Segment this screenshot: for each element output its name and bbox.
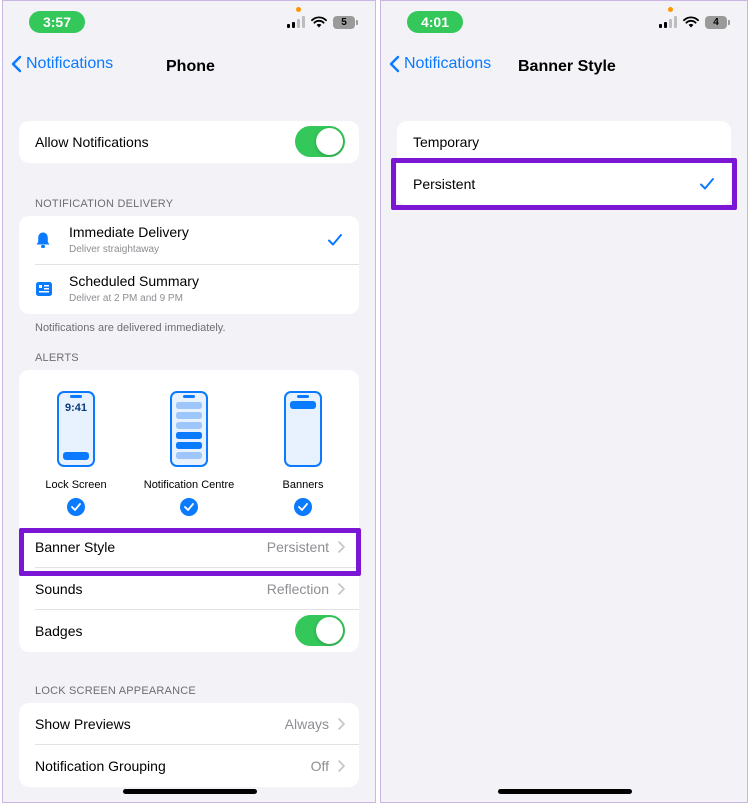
status-bar: 4:01 4	[381, 1, 747, 41]
section-label-delivery: NOTIFICATION DELIVERY	[35, 198, 174, 210]
lock-screen-group: Show Previews Always Notification Groupi…	[19, 703, 359, 787]
badges-label: Badges	[35, 623, 83, 639]
page-title: Phone	[166, 58, 215, 75]
section-label-alerts: ALERTS	[35, 352, 79, 364]
chevron-right-icon	[338, 760, 345, 772]
notification-centre-preview-icon	[170, 391, 208, 467]
show-previews-label: Show Previews	[35, 716, 131, 732]
alert-option-checkmark-icon	[67, 498, 85, 516]
status-time: 3:57	[29, 11, 85, 33]
mic-indicator-icon	[668, 7, 673, 12]
alert-option-checkmark-icon	[180, 498, 198, 516]
delivery-option-subtitle: Deliver at 2 PM and 9 PM	[69, 293, 183, 304]
section-label-lock-screen: LOCK SCREEN APPEARANCE	[35, 685, 196, 697]
allow-notifications-group: Allow Notifications	[19, 121, 359, 163]
allow-notifications-label: Allow Notifications	[35, 134, 149, 150]
persistent-option-highlight	[391, 158, 737, 210]
banners-preview-icon	[284, 391, 322, 467]
alert-option-checkmark-icon	[294, 498, 312, 516]
alert-option-banners[interactable]: Banners	[248, 390, 358, 516]
delivery-option-title: Immediate Delivery	[69, 224, 189, 240]
status-bar: 3:57 5	[3, 1, 375, 41]
status-time: 4:01	[407, 11, 463, 33]
navigation-bar: Notifications Banner Style	[381, 49, 747, 85]
alerts-previews: 9:41 Lock Screen Notification Centre Ban…	[19, 370, 359, 526]
cellular-signal-icon	[659, 16, 677, 28]
page-title: Banner Style	[518, 58, 616, 75]
wifi-icon	[683, 16, 699, 28]
sounds-label: Sounds	[35, 581, 83, 597]
notification-grouping-label: Notification Grouping	[35, 758, 166, 774]
home-indicator	[498, 789, 632, 794]
allow-notifications-row: Allow Notifications	[19, 121, 359, 163]
bell-icon	[36, 232, 50, 249]
home-indicator	[123, 789, 257, 794]
chevron-right-icon	[338, 583, 345, 595]
delivery-option-immediate[interactable]: Immediate Delivery Deliver straightaway	[19, 216, 359, 265]
delivery-footnote: Notifications are delivered immediately.	[35, 322, 226, 334]
checkmark-icon	[328, 234, 342, 246]
alert-option-label: Banners	[282, 479, 324, 491]
summary-icon	[36, 282, 52, 296]
back-button[interactable]: Notifications	[389, 55, 491, 73]
notification-grouping-value: Off	[310, 758, 329, 774]
delivery-option-scheduled[interactable]: Scheduled Summary Deliver at 2 PM and 9 …	[19, 265, 359, 314]
chevron-left-icon	[389, 55, 400, 73]
phone-settings-screen: 3:57 5 Notifications Phone Allow Notific…	[2, 0, 376, 803]
banner-option-temporary[interactable]: Temporary	[397, 121, 731, 163]
delivery-option-subtitle: Deliver straightaway	[69, 244, 160, 255]
delivery-option-title: Scheduled Summary	[69, 273, 199, 289]
notification-grouping-row[interactable]: Notification Grouping Off	[19, 745, 359, 787]
banner-style-highlight	[19, 528, 361, 576]
back-label: Notifications	[26, 55, 114, 72]
delivery-group: Immediate Delivery Deliver straightaway …	[19, 216, 359, 314]
cellular-signal-icon	[287, 16, 305, 28]
alerts-group: 9:41 Lock Screen Notification Centre Ban…	[19, 370, 359, 652]
banner-option-label: Temporary	[413, 134, 480, 150]
badges-toggle[interactable]	[295, 615, 345, 646]
sounds-value: Reflection	[266, 581, 329, 597]
alert-option-notification-centre[interactable]: Notification Centre	[134, 390, 244, 516]
chevron-right-icon	[338, 718, 345, 730]
navigation-bar: Notifications Phone	[3, 49, 375, 85]
badges-row: Badges	[19, 610, 359, 652]
alert-option-label: Notification Centre	[143, 479, 235, 491]
show-previews-value: Always	[284, 716, 329, 732]
lock-screen-time: 9:41	[64, 402, 88, 414]
back-button[interactable]: Notifications	[11, 55, 113, 73]
alert-option-label: Lock Screen	[45, 479, 107, 491]
show-previews-row[interactable]: Show Previews Always	[19, 703, 359, 745]
banner-style-screen: 4:01 4 Notifications Banner Style Tempor…	[380, 0, 748, 803]
battery-icon: 4	[705, 15, 730, 29]
wifi-icon	[311, 16, 327, 28]
alert-option-lock-screen[interactable]: 9:41 Lock Screen	[21, 390, 131, 516]
allow-notifications-toggle[interactable]	[295, 126, 345, 157]
chevron-left-icon	[11, 55, 22, 73]
back-label: Notifications	[404, 55, 492, 72]
battery-icon: 5	[333, 15, 358, 29]
mic-indicator-icon	[296, 7, 301, 12]
